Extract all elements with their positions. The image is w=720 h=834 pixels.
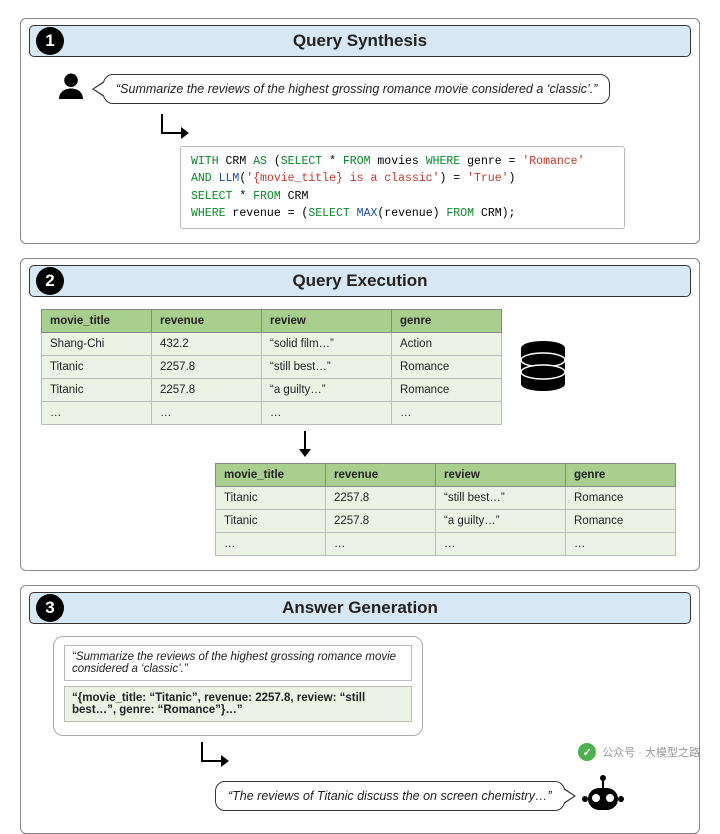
table-cell: … — [436, 533, 566, 556]
table-cell: “still best…” — [436, 487, 566, 510]
wechat-icon: ✓ — [578, 743, 596, 761]
arrow-down-right-icon — [195, 742, 235, 768]
step-badge-3: 3 — [36, 594, 64, 622]
step-badge-2: 2 — [36, 267, 64, 295]
section-header: 1 Query Synthesis — [29, 25, 691, 57]
answer-bubble: “The reviews of Titanic discuss the on s… — [215, 781, 565, 811]
table-row: Titanic2257.8“still best…”Romance — [42, 356, 502, 379]
section-query-synthesis: 1 Query Synthesis “Summarize the reviews… — [20, 18, 700, 244]
table-row: Titanic2257.8“a guilty…”Romance — [42, 379, 502, 402]
table-cell: “still best…” — [262, 356, 392, 379]
table-cell: … — [42, 402, 152, 425]
table-cell: Titanic — [216, 510, 326, 533]
table-cell: 2257.8 — [152, 356, 262, 379]
table-header: review — [262, 310, 392, 333]
section-header: 2 Query Execution — [29, 265, 691, 297]
step-badge-1: 1 — [36, 27, 64, 55]
answer-input-card: “Summarize the reviews of the highest gr… — [53, 636, 423, 736]
table-header: genre — [566, 464, 676, 487]
user-icon — [53, 69, 89, 108]
table-cell: … — [392, 402, 502, 425]
section-header: 3 Answer Generation — [29, 592, 691, 624]
input-query-cell: “Summarize the reviews of the highest gr… — [64, 645, 412, 681]
arrow-down-right-icon — [155, 114, 195, 140]
table-cell: … — [326, 533, 436, 556]
table-cell: Romance — [566, 510, 676, 533]
table-header: movie_title — [42, 310, 152, 333]
section-title: Query Execution — [40, 271, 680, 291]
sql-query-box: WITH CRM AS (SELECT * FROM movies WHERE … — [180, 146, 625, 229]
table-cell: … — [262, 402, 392, 425]
table-cell: Romance — [566, 487, 676, 510]
output-table: movie_titlerevenuereviewgenreTitanic2257… — [215, 463, 676, 556]
table-row: ………… — [42, 402, 502, 425]
table-cell: … — [566, 533, 676, 556]
section-query-execution: 2 Query Execution movie_titlerevenuerevi… — [20, 258, 700, 571]
table-row: Titanic2257.8“a guilty…”Romance — [216, 510, 676, 533]
section-title: Query Synthesis — [40, 31, 680, 51]
table-header: movie_title — [216, 464, 326, 487]
watermark-text: 公众号 · 大模型之路 — [602, 744, 700, 760]
table-header: review — [436, 464, 566, 487]
table-cell: Titanic — [216, 487, 326, 510]
table-cell: “a guilty…” — [436, 510, 566, 533]
table-cell: … — [152, 402, 262, 425]
database-icon — [518, 340, 568, 395]
table-cell: Titanic — [42, 379, 152, 402]
table-cell: 432.2 — [152, 333, 262, 356]
table-cell: “a guilty…” — [262, 379, 392, 402]
table-header: revenue — [326, 464, 436, 487]
table-cell: 2257.8 — [326, 510, 436, 533]
table-header: revenue — [152, 310, 262, 333]
table-cell: “solid film…” — [262, 333, 392, 356]
table-cell: 2257.8 — [326, 487, 436, 510]
table-cell: … — [216, 533, 326, 556]
input-result-cell: “{movie_title: “Titanic”, revenue: 2257.… — [64, 686, 412, 722]
table-row: Titanic2257.8“still best…”Romance — [216, 487, 676, 510]
table-cell: Titanic — [42, 356, 152, 379]
input-table: movie_titlerevenuereviewgenreShang-Chi43… — [41, 309, 502, 425]
table-cell: Shang-Chi — [42, 333, 152, 356]
table-cell: Action — [392, 333, 502, 356]
section-title: Answer Generation — [40, 598, 680, 618]
table-cell: Romance — [392, 356, 502, 379]
table-cell: 2257.8 — [152, 379, 262, 402]
table-row: Shang-Chi432.2“solid film…”Action — [42, 333, 502, 356]
table-header: genre — [392, 310, 502, 333]
watermark: ✓ 公众号 · 大模型之路 — [578, 743, 700, 761]
table-cell: Romance — [392, 379, 502, 402]
section-answer-generation: 3 Answer Generation “Summarize the revie… — [20, 585, 700, 834]
user-query-bubble: “Summarize the reviews of the highest gr… — [103, 74, 610, 104]
arrow-down-icon — [295, 431, 315, 457]
table-row: ………… — [216, 533, 676, 556]
robot-icon — [581, 772, 625, 819]
